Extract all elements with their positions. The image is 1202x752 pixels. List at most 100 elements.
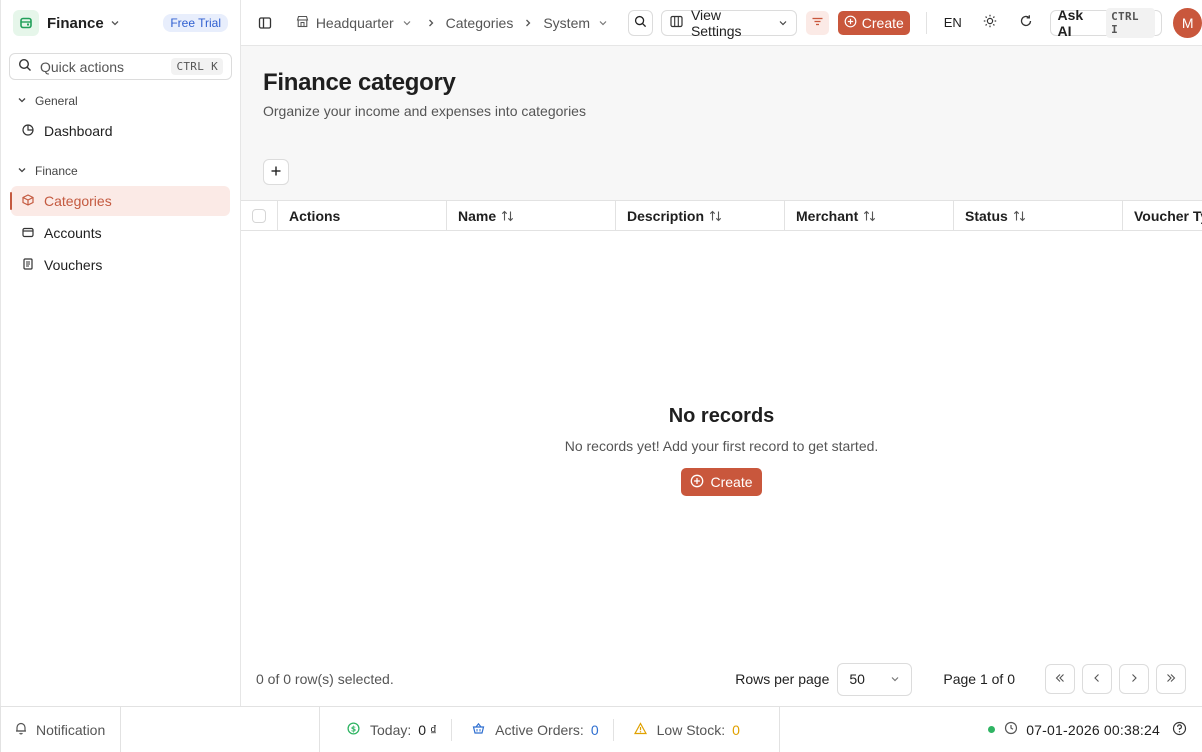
plus-circle-icon [844,15,857,31]
status-bar: Notification $ Today: 0 ₫ Active Orders:… [0,706,1202,752]
column-label: Name [458,208,497,224]
ask-ai-shortcut: CTRL I [1106,7,1156,38]
column-header-voucher-type[interactable]: Voucher Type [1123,201,1202,231]
quick-actions-search[interactable]: Quick actions CTRL K [9,53,232,80]
refresh-icon [1019,14,1033,31]
chevron-right-icon [523,18,533,28]
empty-state: No records No records yet! Add your firs… [241,405,1202,496]
sort-icon [1013,210,1026,222]
warning-icon [633,721,647,738]
sidebar-item-dashboard[interactable]: Dashboard [11,116,230,146]
today-metric: $ Today: 0 ₫ [320,707,451,752]
sidebar: Finance Free Trial Quick actions CTRL K … [0,0,241,706]
finance-logo-icon [13,10,39,36]
breadcrumb-label: System [543,14,591,31]
create-button[interactable]: Create [837,10,910,35]
next-page-button[interactable] [1119,664,1149,694]
column-label: Status [965,208,1008,224]
filter-button[interactable] [805,10,829,35]
chevron-down-icon [598,18,608,28]
sidebar-item-categories[interactable]: Categories [10,186,230,216]
theme-toggle-button[interactable] [978,10,1003,36]
column-label: Voucher Type [1134,208,1202,224]
view-settings-button[interactable]: View Settings [660,6,797,39]
ask-ai-button[interactable]: Ask AI CTRL I [1050,6,1163,39]
avatar[interactable]: M [1173,7,1202,38]
today-value: 0 ₫ [418,721,438,738]
rows-per-page-select[interactable]: 50 [837,662,913,696]
sort-icon [501,210,514,222]
sidebar-group-finance[interactable]: Finance [1,158,240,184]
divider [612,718,614,741]
refresh-button[interactable] [1014,10,1039,36]
ask-ai-label: Ask AI [1057,6,1084,39]
breadcrumb-headquarter[interactable]: Headquarter [296,15,412,31]
store-icon [296,15,309,31]
language-switch[interactable]: EN [944,15,962,30]
chevrons-right-icon [1165,671,1177,687]
top-bar: Headquarter Categories System View Setti… [241,0,1202,46]
active-orders-metric: Active Orders: 0 [472,707,613,752]
breadcrumb-label: Headquarter [315,14,394,31]
low-stock-label: Low Stock: [656,721,726,738]
clock-icon [1004,721,1018,738]
breadcrumb-system[interactable]: System [543,15,608,31]
pie-chart-icon [22,123,34,139]
sort-icon [863,210,876,222]
search-icon [634,15,647,31]
empty-state-message: No records yet! Add your first record to… [564,438,879,454]
data-table: Actions Name Description Merchant Status… [241,200,1202,652]
status-metrics: $ Today: 0 ₫ Active Orders: 0 Low Stock:… [319,707,780,752]
sidebar-group-general[interactable]: General [1,88,240,114]
view-settings-label: View Settings [690,6,742,39]
clock: 07-01-2026 00:38:24 [988,707,1160,752]
chevron-down-icon [778,15,788,31]
breadcrumb-label: Categories [445,14,514,31]
sidebar-toggle-icon[interactable] [253,10,278,36]
column-header-name[interactable]: Name [447,201,616,231]
divider [451,718,453,741]
brand-switcher[interactable]: Finance Free Trial [1,0,240,46]
free-trial-badge[interactable]: Free Trial [163,14,228,32]
online-status-dot [988,726,996,733]
plus-icon [270,164,282,180]
select-all-checkbox[interactable] [252,209,266,223]
help-button[interactable] [1172,707,1202,752]
chevron-right-icon [426,18,436,28]
column-label: Merchant [796,208,859,224]
low-stock-metric: Low Stock: 0 [633,707,754,752]
rows-per-page-value: 50 [849,671,865,687]
dollar-circle-icon: $ [347,721,360,738]
box-icon [22,193,34,209]
sidebar-group-label: General [35,94,78,108]
main-content: Finance category Organize your income an… [241,46,1202,706]
column-header-merchant[interactable]: Merchant [785,201,954,231]
sidebar-item-vouchers[interactable]: Vouchers [11,250,230,280]
rows-per-page-label: Rows per page [735,671,830,687]
chevrons-left-icon [1054,671,1066,687]
column-header-description[interactable]: Description [616,201,785,231]
sidebar-item-accounts[interactable]: Accounts [11,218,230,248]
empty-state-create-button[interactable]: Create [681,468,762,496]
chevron-down-icon [17,164,27,178]
search-button[interactable] [628,9,653,36]
add-button[interactable] [263,159,289,185]
column-header-status[interactable]: Status [954,201,1123,231]
page-subtitle: Organize your income and expenses into c… [263,103,586,119]
chevron-down-icon [110,18,120,28]
active-orders-label: Active Orders: [495,721,584,738]
sidebar-item-label: Categories [44,193,112,209]
previous-page-button[interactable] [1082,664,1112,694]
chevron-right-icon [1128,671,1140,687]
sidebar-item-label: Accounts [44,225,102,241]
chevron-down-icon [402,18,412,28]
selected-rows-count: 0 of 0 row(s) selected. [256,671,394,687]
breadcrumb-categories[interactable]: Categories [446,15,514,31]
first-page-button[interactable] [1045,664,1075,694]
sidebar-item-label: Dashboard [44,123,113,139]
notification-button[interactable]: Notification [0,707,121,752]
select-all-cell [241,201,278,231]
help-icon [1172,721,1187,739]
last-page-button[interactable] [1156,664,1186,694]
quick-actions-shortcut: CTRL K [171,58,223,75]
